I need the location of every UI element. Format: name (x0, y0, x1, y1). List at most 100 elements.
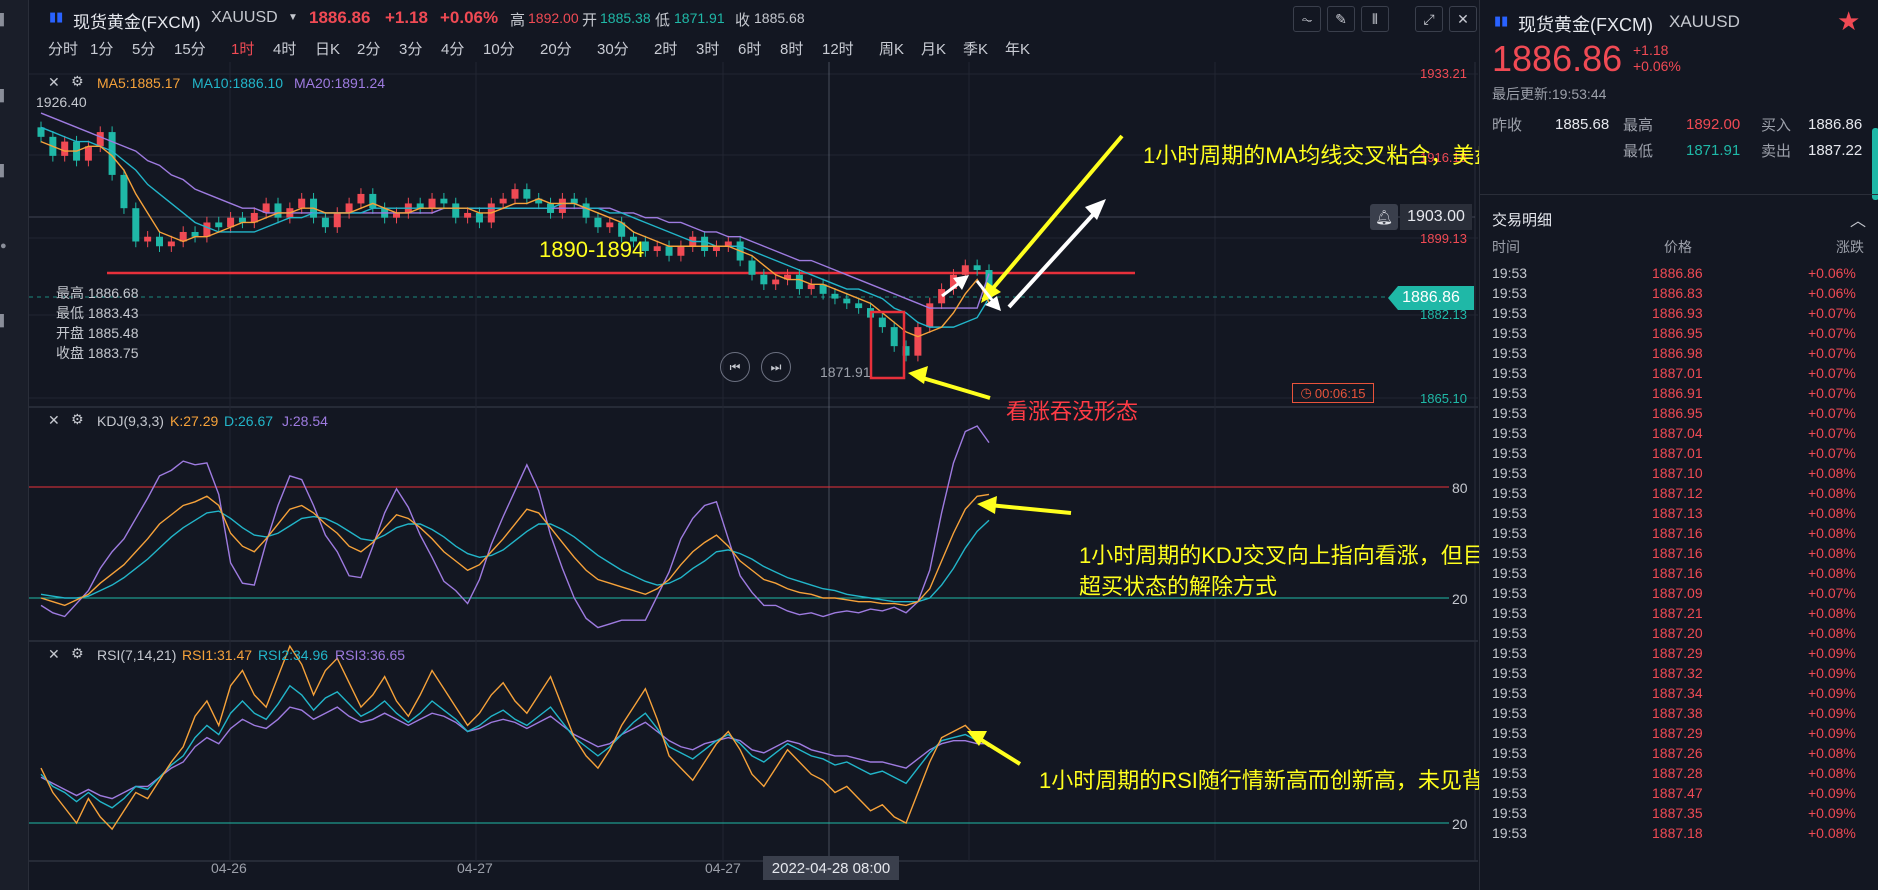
period-tab[interactable]: 季K (963, 38, 988, 59)
candle (357, 193, 365, 204)
trade-time: 19:53 (1492, 265, 1528, 281)
kdj-j: J:28.54 (282, 413, 328, 429)
chevron-up-icon[interactable]: ︿ (1850, 207, 1866, 231)
trade-price: 1887.01 (1652, 365, 1703, 381)
trade-time: 19:53 (1492, 365, 1528, 381)
toolbar-icon[interactable]: ● (0, 240, 10, 252)
kdj-d: D:26.67 (224, 413, 274, 429)
trade-time: 19:53 (1492, 465, 1528, 481)
period-tab[interactable]: 20分 (540, 38, 572, 59)
gear-icon[interactable]: ⚙ (71, 411, 84, 428)
crosshair-date-tag: 2022-04-28 08:00 (763, 856, 899, 880)
trade-row: 19:53 1887.26 +0.08% (1480, 745, 1878, 765)
trade-change: +0.08% (1808, 485, 1856, 501)
trade-time: 19:53 (1492, 505, 1528, 521)
min-price-label: 1871.91 (820, 364, 871, 380)
period-tab[interactable]: 周K (879, 38, 904, 59)
period-tab[interactable]: 5分 (132, 38, 155, 59)
period-tab[interactable]: 2时 (654, 38, 677, 59)
period-tab[interactable]: 12时 (822, 38, 854, 59)
toolbar-icon[interactable]: ▌ (0, 90, 10, 102)
trade-time: 19:53 (1492, 705, 1528, 721)
trade-row: 19:53 1887.04 +0.07% (1480, 425, 1878, 445)
quote-buy-label: 买入 (1761, 117, 1792, 134)
candle (570, 198, 578, 204)
period-tab[interactable]: 3时 (696, 38, 719, 59)
trade-row: 19:53 1886.95 +0.07% (1480, 405, 1878, 425)
period-tab[interactable]: 分时 (48, 38, 78, 59)
last-price-tag: 1886.86 (1388, 286, 1474, 310)
panel-pct: +0.06% (1633, 58, 1681, 74)
x-tick: 04-27 (705, 860, 741, 876)
kdj-j-line (40, 425, 990, 629)
trade-time: 19:53 (1492, 385, 1528, 401)
col-chg: 涨跌 (1836, 239, 1864, 255)
next-icon[interactable]: ⏭ (761, 352, 791, 382)
candle (890, 327, 898, 347)
trade-time: 19:53 (1492, 565, 1528, 581)
candle (393, 212, 400, 218)
star-icon[interactable]: ★ (1837, 6, 1860, 37)
trade-change: +0.06% (1808, 265, 1856, 281)
period-tab[interactable]: 15分 (174, 38, 206, 59)
candle (156, 236, 163, 247)
trade-time: 19:53 (1492, 345, 1528, 361)
period-tab[interactable]: 10分 (483, 38, 515, 59)
quote-high: 1892.00 (1686, 116, 1741, 133)
trade-price: 1886.91 (1652, 385, 1703, 401)
candle (760, 274, 768, 285)
ohlc-high: 最高 1886.68 (56, 285, 139, 301)
clock-icon: ◷ (1300, 385, 1312, 400)
bell-icon[interactable]: 🔔︎ (1370, 204, 1398, 230)
ma10-legend: MA10:1886.10 (192, 75, 284, 91)
period-tab[interactable]: 30分 (597, 38, 629, 59)
trade-price: 1887.13 (1652, 505, 1703, 521)
toolbar-icon[interactable]: ▌ (0, 315, 10, 327)
toolbar-icon[interactable]: ▌ (0, 165, 10, 177)
close-icon[interactable]: ✕ (48, 646, 60, 663)
trade-change: +0.09% (1808, 705, 1856, 721)
trade-price: 1887.29 (1652, 725, 1703, 741)
quote-high-label: 最高 (1623, 117, 1654, 134)
trade-time: 19:53 (1492, 285, 1528, 301)
trade-change: +0.08% (1808, 505, 1856, 521)
period-tab[interactable]: 3分 (399, 38, 422, 59)
period-tab[interactable]: 6时 (738, 38, 761, 59)
period-tab[interactable]: 1时 (231, 38, 254, 59)
period-tab[interactable]: 1分 (90, 38, 113, 59)
period-tab[interactable]: 日K (315, 38, 340, 59)
quote-panel: ▮▮ 现货黄金(FXCM) XAUUSD ★ 1886.86 +1.18 +0.… (1479, 0, 1878, 890)
period-tab[interactable]: 4时 (273, 38, 296, 59)
gear-icon[interactable]: ⚙ (71, 645, 84, 662)
panel-updated: 最后更新:19:53:44 (1492, 86, 1607, 102)
quote-sell: 1887.22 (1808, 142, 1863, 159)
period-tab[interactable]: 月K (921, 38, 946, 59)
trade-time: 19:53 (1492, 765, 1528, 781)
prev-icon[interactable]: ⏮ (720, 352, 750, 382)
gear-icon[interactable]: ⚙ (71, 73, 84, 90)
trade-row: 19:53 1887.10 +0.08% (1480, 465, 1878, 485)
trade-row: 19:53 1887.35 +0.09% (1480, 805, 1878, 825)
period-tab[interactable]: 2分 (357, 38, 380, 59)
period-tab[interactable]: 4分 (441, 38, 464, 59)
trade-price: 1887.20 (1652, 625, 1703, 641)
rsi-lines-group (40, 644, 990, 831)
trade-price: 1886.93 (1652, 305, 1703, 321)
trade-price: 1887.47 (1652, 785, 1703, 801)
trade-price: 1886.86 (1652, 265, 1703, 281)
close-icon[interactable]: ✕ (48, 412, 60, 429)
kdj-level-80-label: 80 (1452, 480, 1468, 496)
annotation-kdj-line2: 超买状态的解除方式 (1079, 574, 1278, 599)
panel-price: 1886.86 (1492, 38, 1623, 79)
ma20-legend: MA20:1891.24 (294, 75, 386, 91)
candle (606, 222, 614, 228)
chart-canvas[interactable] (29, 0, 1478, 890)
period-tab[interactable]: 年K (1005, 38, 1030, 59)
close-icon[interactable]: ✕ (48, 74, 60, 91)
trade-price: 1886.98 (1652, 345, 1703, 361)
period-tab[interactable]: 8时 (780, 38, 803, 59)
candle (973, 265, 981, 271)
arrow-engulf (915, 374, 991, 400)
toolbar-icon[interactable]: ▌ (0, 14, 10, 26)
quote-buy: 1886.86 (1808, 116, 1863, 133)
